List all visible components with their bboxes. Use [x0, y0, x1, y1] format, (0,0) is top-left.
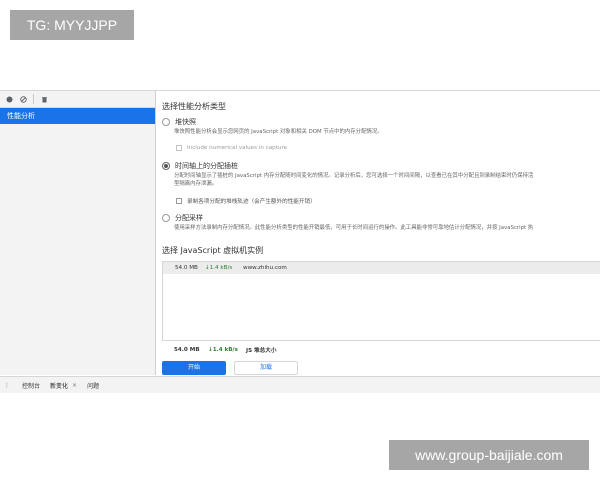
radio-allocation-timeline[interactable] [162, 162, 170, 170]
tab-issues[interactable]: 问题 [87, 381, 99, 390]
profiles-sidebar: 性能分析 [0, 91, 156, 375]
devtools-panel: 性能分析 选择性能分析类型 堆快照 堆快照性能分析会显示您网页的 JavaScr… [0, 90, 600, 393]
vm-instance-heading: 选择 JavaScript 虚拟机实例 [162, 246, 264, 255]
option-label: 时间轴上的分配插桩 [175, 162, 238, 170]
option-description: 堆快照性能分析会显示您网页的 JavaScript 对象和相关 DOM 节点中的… [174, 129, 383, 135]
option-allocation-timeline[interactable]: 时间轴上的分配插桩 [162, 161, 238, 171]
sidebar-item-profiles[interactable]: 性能分析 [0, 108, 155, 124]
option-description-continued: 型隔离内存泄漏。 [174, 181, 218, 187]
tab-whats-new[interactable]: 新变化 [50, 381, 68, 390]
vm-instance-row[interactable]: 54.0 MB ↓1.4 kB/s www.zhihu.com [163, 262, 600, 274]
load-button[interactable]: 加载 [234, 361, 298, 375]
total-heap-rate: ↓1.4 kB/s [208, 347, 238, 353]
stack-traces-checkbox[interactable] [176, 198, 182, 204]
watermark-top: TG: MYYJJPP [10, 10, 134, 40]
profiles-toolbar [0, 91, 155, 108]
option-description: 分配时间轴显示了插桩的 JavaScript 内存分配随时间变化的情况。记录分析… [174, 173, 534, 179]
vm-instance-list: 54.0 MB ↓1.4 kB/s www.zhihu.com [162, 261, 600, 341]
numeric-values-checkbox [176, 145, 182, 151]
watermark-bottom: www.group-baijiale.com [389, 440, 589, 470]
total-heap-label: JS 堆总大小 [246, 348, 277, 354]
toolbar-divider [33, 94, 34, 104]
stack-traces-option[interactable]: 录制各项分配的堆栈轨迹（会产生额外的性能开销） [176, 197, 316, 205]
profile-type-heading: 选择性能分析类型 [162, 102, 226, 111]
vm-heap-size: 54.0 MB [175, 265, 198, 271]
drawer-tabbar: ⋮ 控制台 新变化 × 问题 [0, 376, 600, 393]
tab-console[interactable]: 控制台 [22, 381, 40, 390]
option-label: 分配采样 [175, 214, 203, 222]
checkbox-label: Include numerical values in capture [187, 145, 288, 151]
start-button[interactable]: 开始 [162, 361, 226, 375]
option-label: 堆快照 [175, 118, 196, 126]
more-menu-icon[interactable]: ⋮ [2, 382, 12, 389]
radio-allocation-sampling[interactable] [162, 214, 170, 222]
checkbox-label: 录制各项分配的堆栈轨迹（会产生额外的性能开销） [187, 199, 316, 205]
numeric-values-option: Include numerical values in capture [176, 145, 287, 151]
option-allocation-sampling[interactable]: 分配采样 [162, 213, 203, 223]
delete-icon[interactable] [40, 95, 48, 103]
total-heap-size: 54.0 MB [174, 347, 200, 353]
vm-target-name: www.zhihu.com [243, 265, 287, 271]
option-heap-snapshot[interactable]: 堆快照 [162, 117, 196, 127]
record-icon[interactable] [5, 95, 13, 103]
heap-total-stats: 54.0 MB ↓1.4 kB/s JS 堆总大小 [174, 346, 276, 354]
radio-heap-snapshot[interactable] [162, 118, 170, 126]
close-icon[interactable]: × [72, 382, 77, 389]
option-description: 使用采样方法录制内存分配情况。此性能分析类型的性能开销最低，可用于长时间运行的操… [174, 225, 534, 231]
clear-icon[interactable] [19, 95, 27, 103]
vm-heap-rate: ↓1.4 kB/s [205, 265, 233, 271]
profile-launcher: 选择性能分析类型 堆快照 堆快照性能分析会显示您网页的 JavaScript 对… [156, 91, 600, 375]
